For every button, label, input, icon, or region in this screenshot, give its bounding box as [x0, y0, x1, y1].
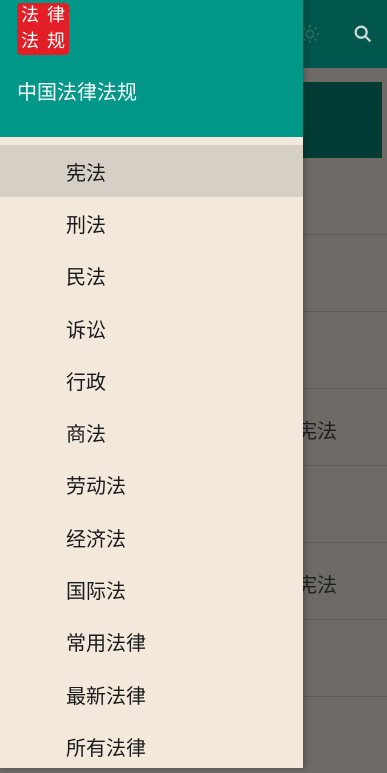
menu-item-international-law[interactable]: 国际法 — [0, 563, 303, 615]
menu-item-commercial-law[interactable]: 商法 — [0, 406, 303, 458]
app-title: 中国法律法规 — [17, 80, 137, 104]
menu-item-latest-laws[interactable]: 最新法律 — [0, 668, 303, 720]
background-list: 宪法 宪法 — [297, 158, 387, 768]
search-icon[interactable] — [349, 20, 377, 48]
menu-item-constitution[interactable]: 宪法 — [0, 145, 303, 198]
menu-item-administrative[interactable]: 行政 — [0, 354, 303, 406]
menu-item-common-laws[interactable]: 常用法律 — [0, 616, 303, 668]
header-divider — [0, 137, 303, 145]
app-logo: 法 律 法 规 — [17, 3, 69, 55]
logo-char: 法 — [21, 31, 39, 52]
background-row[interactable] — [303, 620, 387, 697]
background-row[interactable] — [303, 312, 387, 389]
menu-item-all-laws[interactable]: 所有法律 — [0, 720, 303, 772]
background-row[interactable] — [303, 158, 387, 235]
menu-item-litigation[interactable]: 诉讼 — [0, 302, 303, 354]
background-row[interactable] — [303, 235, 387, 312]
drawer-header: 法 律 法 规 中国法律法规 — [0, 0, 303, 137]
background-row[interactable]: 宪法 — [297, 389, 387, 466]
menu-item-criminal-law[interactable]: 刑法 — [0, 197, 303, 249]
navigation-drawer: 法 律 法 规 中国法律法规 宪法 刑法 民法 诉讼 行政 商法 劳动法 经济法… — [0, 0, 303, 768]
background-row-text: 宪法 — [297, 573, 337, 597]
menu-item-economic-law[interactable]: 经济法 — [0, 511, 303, 563]
background-row[interactable]: 宪法 — [297, 543, 387, 620]
background-row-text: 宪法 — [297, 419, 337, 443]
logo-char: 规 — [47, 31, 65, 52]
logo-char: 律 — [47, 5, 65, 26]
drawer-menu: 宪法 刑法 民法 诉讼 行政 商法 劳动法 经济法 国际法 常用法律 最新法律 … — [0, 145, 303, 773]
background-row[interactable] — [303, 466, 387, 543]
logo-char: 法 — [21, 5, 39, 26]
background-banner — [303, 82, 382, 158]
menu-item-labor-law[interactable]: 劳动法 — [0, 459, 303, 511]
menu-item-civil-law[interactable]: 民法 — [0, 250, 303, 302]
